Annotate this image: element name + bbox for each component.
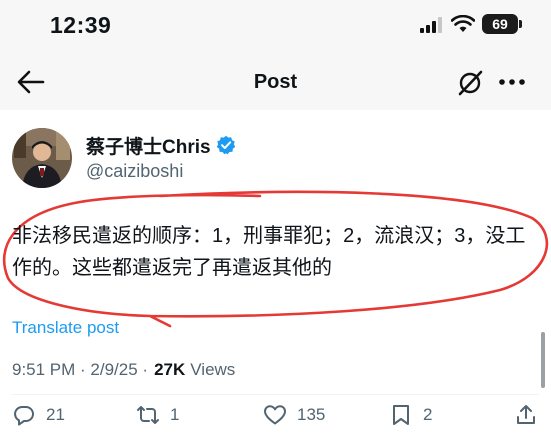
reply-button[interactable]: 21 <box>12 401 65 429</box>
reply-icon <box>14 406 34 426</box>
author-name[interactable]: 蔡子博士Chris <box>86 132 211 159</box>
wifi-icon <box>451 15 475 32</box>
status-bar: 12:39 69 <box>0 0 551 52</box>
author-name-row[interactable]: 蔡子博士Chris <box>86 132 236 159</box>
battery-indicator: 69 <box>482 14 518 34</box>
reply-count: 21 <box>46 405 65 424</box>
repost-button[interactable]: 1 <box>136 401 179 429</box>
verified-badge-icon <box>216 135 235 155</box>
bookmark-icon <box>393 405 409 425</box>
author-handle[interactable]: @caiziboshi <box>86 161 183 182</box>
avatar-image <box>12 128 72 188</box>
like-button[interactable]: 135 <box>263 401 325 429</box>
repost-icon <box>137 406 159 424</box>
bookmark-button[interactable]: 2 <box>389 401 432 429</box>
share-icon <box>517 405 535 424</box>
like-count: 135 <box>297 405 326 424</box>
tweet-timestamp[interactable]: 9:51 PM · 2/9/25 · <box>12 360 148 380</box>
tweet-meta: 9:51 PM · 2/9/25 · 27K Views <box>12 360 235 380</box>
avatar[interactable] <box>12 128 72 188</box>
translate-post-link[interactable]: Translate post <box>12 318 119 338</box>
repost-count: 1 <box>170 405 180 424</box>
status-time: 12:39 <box>50 12 112 38</box>
tweet-text: 非法移民遣返的顺序：1，刑事罪犯；2，流浪汉；3，没工作的。这些都遣返完了再遣返… <box>12 225 526 279</box>
heart-icon <box>264 405 286 425</box>
bookmark-count: 2 <box>423 405 433 424</box>
views-count: 27K <box>154 360 186 379</box>
share-button[interactable] <box>514 401 538 429</box>
battery-cap <box>519 20 522 28</box>
cellular-signal-icon <box>420 17 442 33</box>
more-options-icon[interactable] <box>497 72 527 92</box>
divider <box>12 394 539 395</box>
views-label: Views <box>190 360 236 379</box>
scroll-indicator[interactable] <box>541 332 545 388</box>
grok-icon[interactable] <box>456 69 484 97</box>
nav-bar: Post <box>0 52 551 110</box>
